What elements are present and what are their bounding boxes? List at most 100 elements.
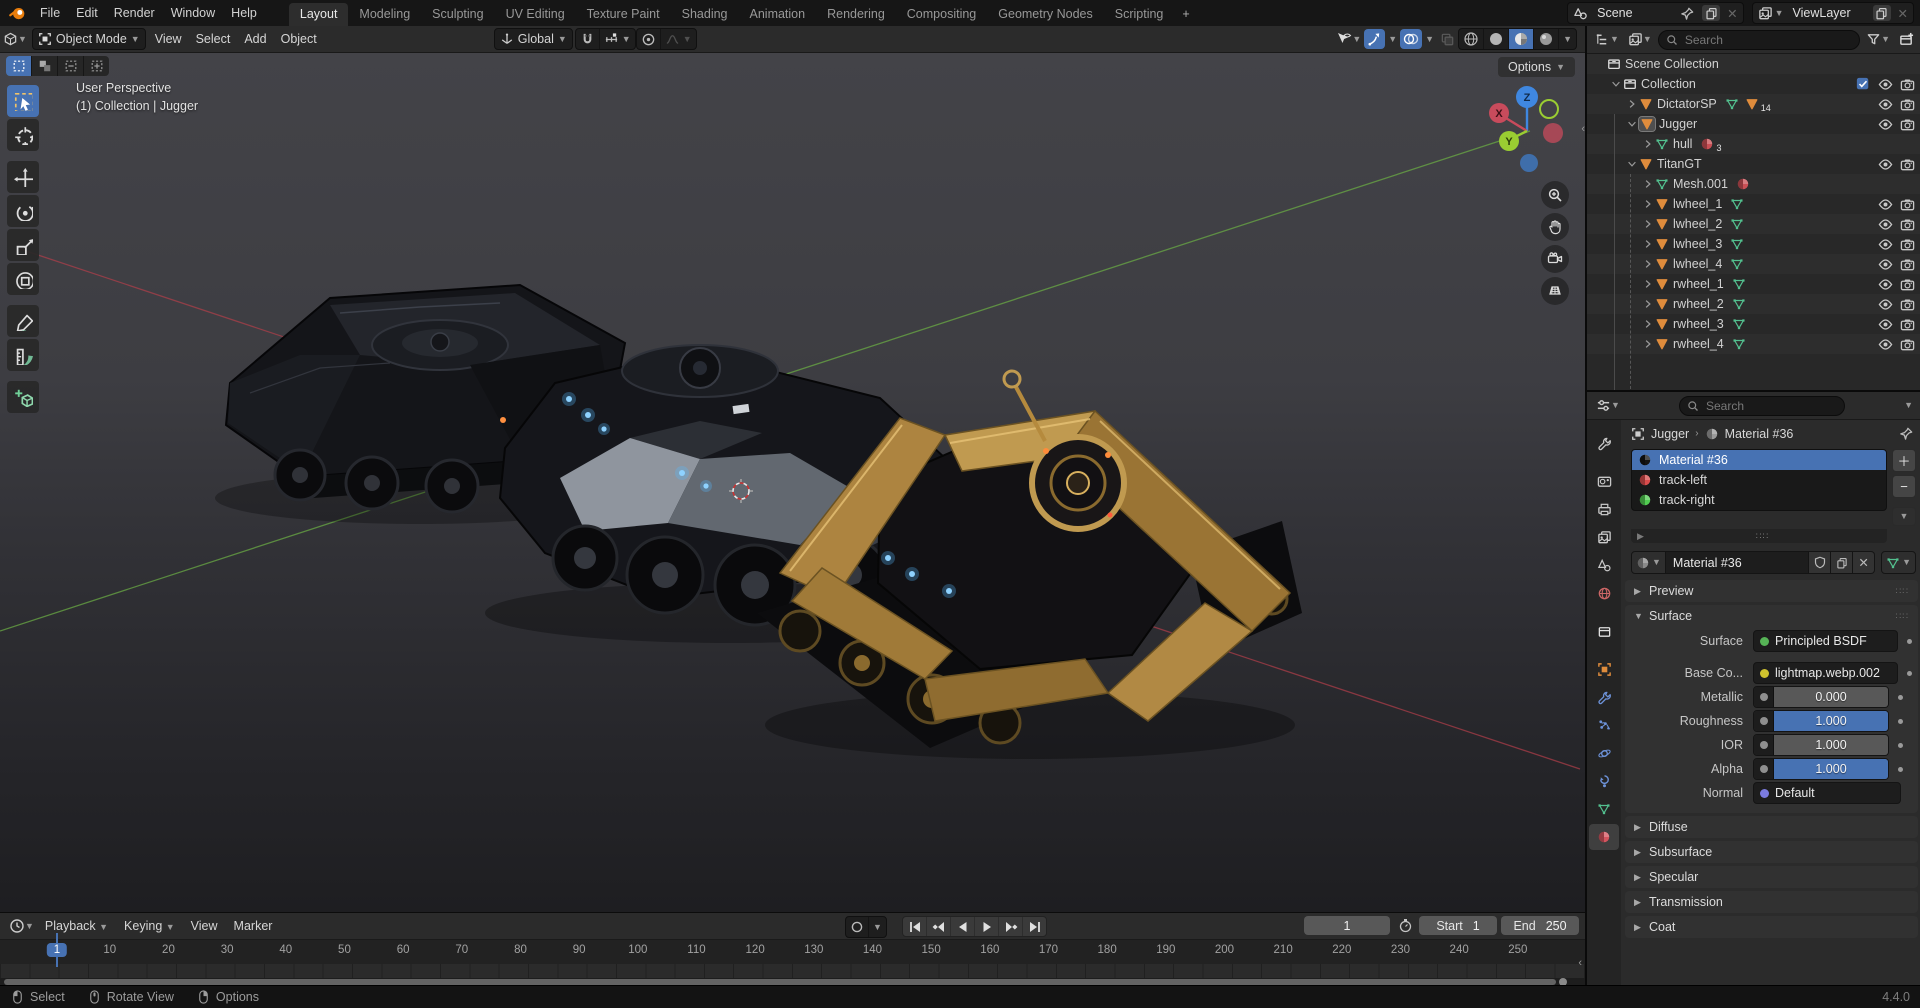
viewlayer-selector[interactable]: ▼ ViewLayer ✕	[1752, 2, 1914, 24]
properties-tab-material[interactable]	[1589, 824, 1619, 850]
camera-icon[interactable]	[1896, 97, 1918, 112]
expander-open-icon[interactable]	[1625, 118, 1639, 130]
panel-specular[interactable]: ▶Specular	[1625, 866, 1918, 888]
prev-keyframe-button[interactable]	[927, 917, 951, 936]
outliner-row-lwheel_3[interactable]: lwheel_3	[1587, 234, 1920, 254]
eye-icon[interactable]	[1874, 277, 1896, 292]
eye-icon[interactable]	[1874, 217, 1896, 232]
navigation-gizmo[interactable]: Z X Y	[1485, 83, 1569, 175]
tool-move[interactable]	[7, 161, 39, 193]
properties-tab-modifiers[interactable]	[1589, 684, 1619, 710]
outliner-row-lwheel_2[interactable]: lwheel_2	[1587, 214, 1920, 234]
outliner-row-rwheel_4[interactable]: rwheel_4	[1587, 334, 1920, 354]
property-field[interactable]: Default	[1753, 782, 1901, 804]
outliner-row-hull[interactable]: hull3	[1587, 134, 1920, 154]
timeline-keyframe-strip[interactable]	[0, 964, 1585, 978]
outliner-display-mode-button[interactable]: ▼	[1592, 30, 1622, 50]
material-slot-track-right[interactable]: track-right	[1632, 490, 1886, 510]
expander-open-icon[interactable]	[1609, 78, 1623, 90]
collection-checkbox[interactable]	[1852, 77, 1874, 91]
current-frame-marker[interactable]: 1	[47, 943, 67, 957]
ortho-grid-button[interactable]	[1541, 277, 1569, 305]
unlink-scene-icon[interactable]: ✕	[1722, 3, 1742, 23]
outliner-row-scene-collection[interactable]: Scene Collection	[1587, 54, 1920, 74]
tool-scale[interactable]	[7, 229, 39, 261]
timeline-collapse-arrow[interactable]: ‹	[1578, 957, 1582, 969]
shading-dropdown[interactable]: ▼	[1559, 29, 1576, 49]
tool-annotate[interactable]	[7, 305, 39, 337]
viewport-3d[interactable]: Options▼ User Perspective (1) Collection…	[0, 53, 1585, 912]
outliner-row-mesh-001[interactable]: Mesh.001	[1587, 174, 1920, 194]
material-slot-track-left[interactable]: track-left	[1632, 470, 1886, 490]
workspace-tab-uv-editing[interactable]: UV Editing	[495, 3, 576, 26]
copy-material-button[interactable]	[1831, 551, 1853, 574]
panel-header-coat[interactable]: ▶Coat	[1625, 916, 1918, 938]
eye-icon[interactable]	[1874, 77, 1896, 92]
frame-start-field[interactable]: Start1	[1419, 916, 1497, 935]
camera-icon[interactable]	[1896, 277, 1918, 292]
slider-socket[interactable]	[1754, 735, 1774, 755]
eye-icon[interactable]	[1874, 197, 1896, 212]
animate-dot[interactable]	[1898, 719, 1903, 724]
property-slider[interactable]: 1.000	[1753, 710, 1889, 732]
zoom-button[interactable]	[1541, 181, 1569, 209]
properties-tab-collection[interactable]	[1589, 618, 1619, 644]
outliner-row-titangt[interactable]: TitanGT	[1587, 154, 1920, 174]
panel-subsurface[interactable]: ▶Subsurface	[1625, 841, 1918, 863]
material-slot-material--36[interactable]: Material #36	[1632, 450, 1886, 470]
tool-select-box[interactable]	[7, 85, 39, 117]
play-button[interactable]	[975, 917, 999, 936]
overlays-toggle[interactable]	[1400, 29, 1422, 49]
scene-selector[interactable]: Scene ✕	[1567, 2, 1743, 24]
property-slider[interactable]: 1.000	[1753, 758, 1889, 780]
xray-toggle[interactable]	[1437, 29, 1458, 49]
camera-icon[interactable]	[1896, 77, 1918, 92]
outliner-row-lwheel_1[interactable]: lwheel_1	[1587, 194, 1920, 214]
outliner-row-rwheel_3[interactable]: rwheel_3	[1587, 314, 1920, 334]
overlays-dropdown[interactable]: ▼	[1422, 29, 1437, 49]
properties-tab-view-layer[interactable]	[1589, 524, 1619, 550]
transform-orientation-dropdown[interactable]: Global▼	[494, 28, 573, 50]
panel-transmission[interactable]: ▶Transmission	[1625, 891, 1918, 913]
camera-icon[interactable]	[1896, 337, 1918, 352]
slider-socket[interactable]	[1754, 759, 1774, 779]
breadcrumb-material[interactable]: Material #36	[1725, 427, 1794, 441]
properties-tab-object[interactable]	[1589, 656, 1619, 682]
outliner-filter-button[interactable]: ▼	[1863, 30, 1893, 50]
outliner-row-rwheel_2[interactable]: rwheel_2	[1587, 294, 1920, 314]
tool-add-cube[interactable]	[7, 381, 39, 413]
topbar-menu-window[interactable]: Window	[163, 0, 223, 26]
pin-icon[interactable]	[1899, 426, 1914, 441]
select-mode-new[interactable]	[6, 56, 32, 76]
remove-slot-button[interactable]: −	[1892, 475, 1916, 498]
pin-icon[interactable]	[1675, 3, 1700, 23]
topbar-menu-edit[interactable]: Edit	[68, 0, 106, 26]
properties-tab-particles[interactable]	[1589, 712, 1619, 738]
timeline-menu-view[interactable]: View	[183, 919, 226, 933]
workspace-tab-geometry-nodes[interactable]: Geometry Nodes	[987, 3, 1103, 26]
slot-specials-dropdown[interactable]: ▼	[1892, 507, 1916, 526]
eye-icon[interactable]	[1874, 117, 1896, 132]
sync-icon[interactable]	[846, 917, 869, 937]
expander-closed-icon[interactable]	[1641, 198, 1655, 210]
expander-closed-icon[interactable]	[1641, 258, 1655, 270]
properties-tab-constraints[interactable]	[1589, 768, 1619, 794]
camera-icon[interactable]	[1896, 117, 1918, 132]
tool-measure[interactable]	[7, 339, 39, 371]
viewlayer-icon[interactable]: ▼	[1753, 3, 1789, 23]
eye-icon[interactable]	[1874, 97, 1896, 112]
outliner-row-rwheel_1[interactable]: rwheel_1	[1587, 274, 1920, 294]
expander-closed-icon[interactable]	[1641, 298, 1655, 310]
camera-icon[interactable]	[1896, 217, 1918, 232]
workspace-tab-sculpting[interactable]: Sculpting	[421, 3, 494, 26]
expander-closed-icon[interactable]	[1641, 138, 1655, 150]
copy-scene-button[interactable]	[1702, 5, 1720, 21]
properties-search[interactable]	[1679, 396, 1845, 416]
sync-dropdown[interactable]: ▼	[869, 917, 886, 937]
property-slider[interactable]: 0.000	[1753, 686, 1889, 708]
camera-icon[interactable]	[1896, 157, 1918, 172]
properties-search-input[interactable]	[1704, 398, 1837, 414]
properties-tab-data[interactable]	[1589, 796, 1619, 822]
viewport-menu-select[interactable]: Select	[189, 32, 238, 46]
camera-icon[interactable]	[1896, 297, 1918, 312]
